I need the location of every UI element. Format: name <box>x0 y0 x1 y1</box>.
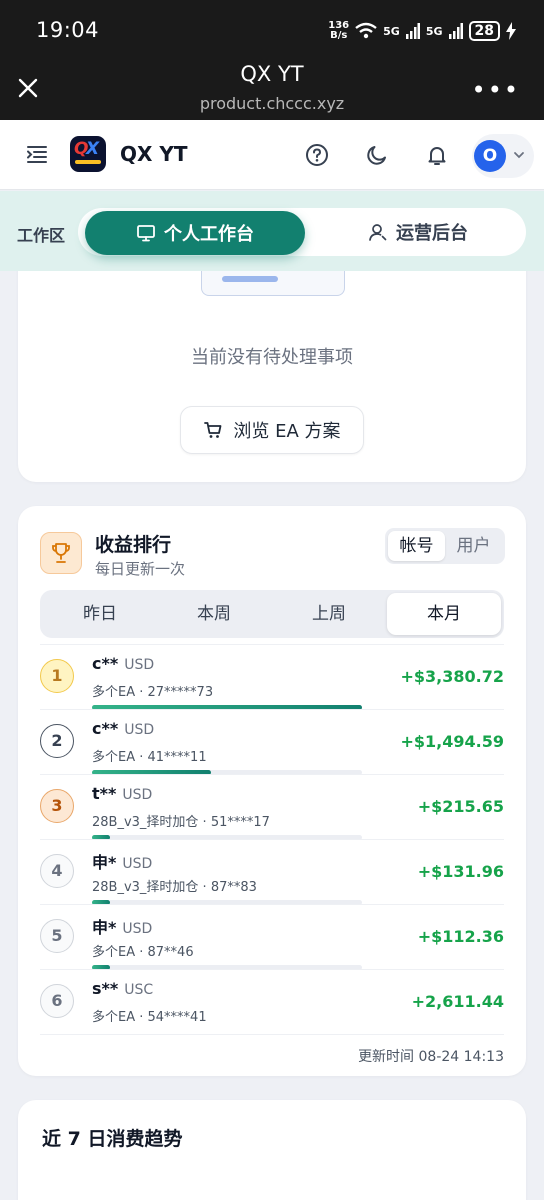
tab-this-week[interactable]: 本周 <box>157 593 271 635</box>
signal-bars-icon <box>448 23 463 39</box>
more-menu-icon[interactable]: ••• <box>472 76 520 104</box>
currency: USC <box>124 982 154 998</box>
status-bar: 19:04 136 B/s 5G 5G 28 <box>0 0 544 62</box>
app-logo[interactable]: QX <box>70 136 106 172</box>
rank-badge: 1 <box>40 659 74 693</box>
mode-account[interactable]: 帐号 <box>388 531 445 561</box>
rank-badge: 2 <box>40 724 74 758</box>
update-time: 更新时间 08-24 14:13 <box>358 1049 504 1065</box>
profit-amount: +$3,380.72 <box>400 667 505 686</box>
user-name: c** <box>92 719 119 738</box>
signal-icon-1: 5G <box>383 24 400 38</box>
ranking-row[interactable]: 2 c** USD 多个EA · 41****11 +$1,494.59 <box>40 709 505 775</box>
user-name: 申* <box>92 918 117 937</box>
browse-ea-button[interactable]: 浏览 EA 方案 <box>180 406 364 454</box>
dark-mode-icon[interactable] <box>365 143 389 167</box>
profit-amount: +$131.96 <box>417 862 504 881</box>
status-icons: 136 B/s 5G 5G 28 <box>328 18 516 44</box>
browser-bar: QX YT product.chccc.xyz ••• <box>0 62 544 120</box>
signal-icon-2: 5G <box>425 24 443 38</box>
user-name: t** <box>92 784 117 803</box>
ranking-row[interactable]: 4 申* USD 28B_v3_择时加仓 · 87**83 +$131.96 <box>40 839 504 905</box>
account-info: 28B_v3_择时加仓 · 51****17 <box>92 815 270 830</box>
earnings-ranking-card: 收益排行 每日更新一次 帐号 用户 昨日 本周 上周 本月 1 c** USD 多… <box>18 506 526 1076</box>
empty-state-text: 当前没有待处理事项 <box>191 347 353 368</box>
signal-bars-icon <box>405 23 420 39</box>
ranking-list: 1 c** USD 多个EA · 27*****73 +$3,380.72 2 c… <box>40 644 504 1034</box>
rank-badge: 6 <box>40 984 74 1018</box>
workspace-switch: 个人工作台 运营后台 <box>78 208 526 256</box>
account-info: 多个EA · 27*****73 <box>92 685 214 700</box>
tab-personal-workspace[interactable]: 个人工作台 <box>85 211 305 255</box>
profit-amount: +2,611.44 <box>411 992 504 1011</box>
rank-badge: 5 <box>40 919 74 953</box>
tab-this-month[interactable]: 本月 <box>387 593 501 635</box>
ranking-row[interactable]: 1 c** USD 多个EA · 27*****73 +$3,380.72 <box>40 644 505 710</box>
workspace-label: 工作区 <box>17 226 66 245</box>
wifi-icon <box>355 22 377 39</box>
net-speed: 136 B/s <box>328 20 350 41</box>
avatar[interactable]: O <box>474 140 506 172</box>
tab-last-week[interactable]: 上周 <box>272 593 386 635</box>
account-info: 多个EA · 54****41 <box>92 1010 207 1025</box>
user-name: s** <box>92 979 119 998</box>
mode-user[interactable]: 用户 <box>445 531 502 561</box>
currency: USD <box>124 657 155 673</box>
ranking-row[interactable]: 6 s** USC 多个EA · 54****41 +2,611.44 <box>40 969 504 1034</box>
ranking-mode-toggle: 帐号 用户 <box>385 528 505 564</box>
currency: USD <box>122 856 153 872</box>
profit-amount: +$1,494.59 <box>400 732 505 751</box>
user-name: 申* <box>92 853 117 872</box>
monitor-icon <box>137 225 155 242</box>
ranking-row[interactable]: 5 申* USD 多个EA · 87**46 +$112.36 <box>40 904 504 970</box>
notification-bell-icon[interactable] <box>425 143 449 167</box>
account-info: 28B_v3_择时加仓 · 87**83 <box>92 880 257 895</box>
help-icon[interactable] <box>305 143 329 167</box>
tab-yesterday[interactable]: 昨日 <box>43 593 157 635</box>
divider <box>40 1034 504 1035</box>
trophy-icon <box>40 532 82 574</box>
workspace-bar: 工作区 个人工作台 运营后台 <box>0 191 544 271</box>
menu-toggle-icon[interactable] <box>26 143 48 165</box>
status-time: 19:04 <box>36 18 100 42</box>
battery-icon: 28 <box>468 21 500 41</box>
consumption-trend-card: 近 7 日消费趋势 <box>18 1100 526 1200</box>
account-info: 多个EA · 87**46 <box>92 945 194 960</box>
ranking-title: 收益排行 <box>95 534 172 556</box>
user-menu[interactable]: O <box>472 134 534 178</box>
cart-icon <box>204 422 222 438</box>
currency: USD <box>122 921 153 937</box>
rank-badge: 4 <box>40 854 74 888</box>
empty-illustration <box>201 268 345 296</box>
currency: USD <box>124 722 155 738</box>
app-header: QX QX YT <box>0 120 544 190</box>
charging-icon <box>506 22 516 40</box>
todo-card: 当前没有待处理事项 浏览 EA 方案 <box>18 250 526 482</box>
trend-title: 近 7 日消费趋势 <box>42 1128 183 1150</box>
profit-amount: +$112.36 <box>417 927 504 946</box>
user-settings-icon <box>369 224 387 241</box>
account-info: 多个EA · 41****11 <box>92 750 207 765</box>
app-name: QX YT <box>120 142 188 166</box>
chevron-down-icon[interactable] <box>512 148 526 162</box>
rank-badge: 3 <box>40 789 74 823</box>
currency: USD <box>122 787 153 803</box>
profit-amount: +$215.65 <box>417 797 504 816</box>
user-name: c** <box>92 654 119 673</box>
browser-title: QX YT <box>240 62 304 86</box>
period-tabs: 昨日 本周 上周 本月 <box>40 590 504 638</box>
ranking-subtitle: 每日更新一次 <box>95 560 186 578</box>
ranking-row[interactable]: 3 t** USD 28B_v3_择时加仓 · 51****17 +$215.65 <box>40 774 504 840</box>
browser-url: product.chccc.xyz <box>199 94 345 113</box>
tab-operations-backend[interactable]: 运营后台 <box>318 208 518 256</box>
